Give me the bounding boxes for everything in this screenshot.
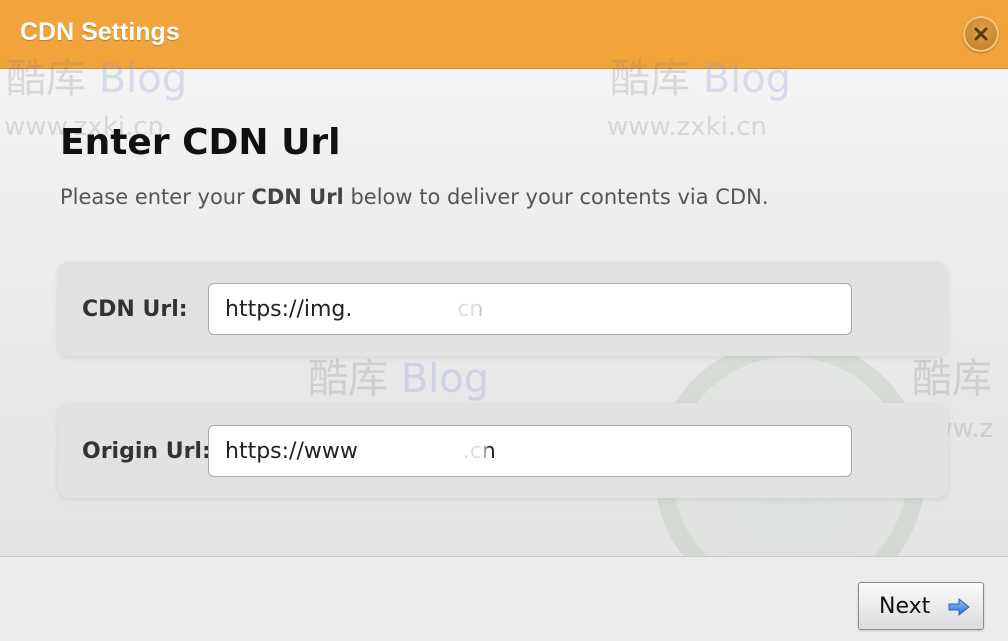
close-icon [973,26,989,42]
dialog-titlebar: CDN Settings [0,0,1008,69]
redaction-blur [376,438,486,464]
dialog-title: CDN Settings [20,18,180,46]
watermark-brand-cn: 酷库 [308,356,388,402]
cdn-url-panel: CDN Url: [58,261,948,356]
origin-url-label: Origin Url: [82,439,211,464]
subtitle-text: below to deliver your contents via CDN. [343,185,769,209]
redaction-blur [368,296,483,322]
subtitle-emphasis: CDN Url [251,185,344,209]
watermark-brand: 酷库 [912,356,992,402]
watermark-brand-en: Blog [400,356,490,402]
origin-url-panel: Origin Url: [58,403,948,498]
next-button[interactable]: Next [858,582,984,630]
page-subtitle: Please enter your CDN Url below to deliv… [60,185,769,209]
subtitle-text: Please enter your [60,185,252,209]
cdn-url-label: CDN Url: [82,297,188,322]
close-button[interactable] [963,16,999,52]
arrow-right-icon [947,596,971,624]
dialog-footer: Next [0,556,1008,641]
page-title: Enter CDN Url [60,122,341,163]
watermark-url: www.zxki.cn [607,112,768,142]
next-button-label: Next [879,593,931,619]
cdn-url-input[interactable] [208,283,852,335]
watermark-brand: 酷库 Blog [308,359,489,399]
origin-url-input[interactable] [208,425,852,477]
dialog-content: 酷库 Blog www.zxki.cn 酷库 Blog www.zxki.cn … [0,59,1008,609]
